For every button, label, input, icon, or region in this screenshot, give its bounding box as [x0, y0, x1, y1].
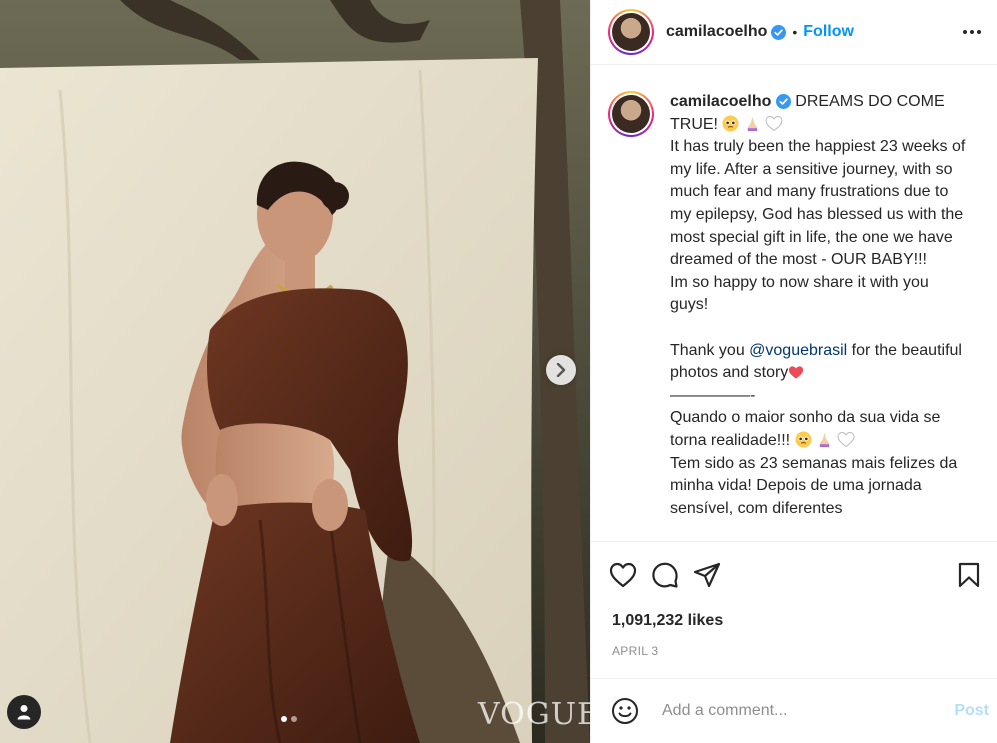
likes-count[interactable]: 1,091,232 likes [612, 612, 723, 630]
verified-badge-icon [775, 94, 791, 109]
user-tags-button[interactable] [7, 695, 41, 729]
post-photo[interactable]: VOGUE [0, 0, 590, 743]
red-heart-icon [789, 366, 804, 379]
header-username[interactable]: camilacoelho [666, 23, 767, 41]
vogue-watermark: VOGUE [478, 697, 590, 732]
pleading-face-icon [722, 115, 739, 132]
caption-paragraph-2: Im so happy to now share it with you guy… [670, 273, 934, 314]
comment-input[interactable] [660, 701, 955, 721]
add-comment-bar: Post [591, 678, 997, 743]
carousel-dot-active [281, 716, 287, 722]
share-icon [693, 562, 721, 588]
comment-button[interactable] [651, 561, 679, 589]
user-tag-icon [17, 705, 31, 720]
pleading-face-icon [795, 431, 812, 448]
comment-icon [652, 562, 678, 588]
more-options-icon[interactable] [963, 30, 981, 34]
heart-icon [609, 562, 637, 588]
post-comment-button[interactable]: Post [954, 702, 989, 720]
next-image-button[interactable] [546, 355, 576, 385]
caption-paragraph-1: It has truly been the happiest 23 weeks … [670, 138, 970, 269]
follow-button[interactable]: Follow [803, 23, 854, 41]
avatar-image [612, 13, 650, 51]
post-header: camilacoelho • Follow [591, 0, 997, 65]
like-button[interactable] [609, 562, 637, 588]
photo-illustration [0, 0, 590, 743]
smiley-icon [612, 698, 638, 724]
praying-hands-icon [819, 432, 830, 447]
carousel-indicator [281, 716, 297, 722]
carousel-dot [291, 716, 297, 722]
share-button[interactable] [693, 562, 721, 588]
separator-dot: • [792, 24, 798, 40]
bookmark-icon [958, 562, 980, 588]
chevron-right-icon [556, 363, 566, 377]
mention-link[interactable]: @voguebrasil [749, 342, 847, 359]
white-heart-icon [765, 115, 783, 131]
caption-area: camilacoelho DREAMS DO COME TRUE! It has… [591, 65, 997, 541]
action-bar [591, 541, 997, 608]
emoji-picker-button[interactable] [611, 697, 639, 725]
caption-thanks: Thank you [670, 341, 750, 359]
caption-avatar-image [612, 95, 650, 133]
caption-divider: —————- [670, 386, 756, 404]
post-side-panel: camilacoelho • Follow camilacoelho DREAM… [590, 0, 997, 743]
post-date[interactable]: APRIL 3 [612, 644, 658, 658]
caption-username[interactable]: camilacoelho [670, 93, 771, 110]
caption-text: camilacoelho DREAMS DO COME TRUE! It has… [670, 91, 970, 541]
caption-pt-2: Tem sido as 23 semanas mais felizes da m… [670, 454, 962, 517]
praying-hands-icon [747, 116, 758, 131]
white-heart-icon [837, 431, 855, 448]
save-button[interactable] [957, 562, 981, 588]
caption-avatar[interactable] [608, 91, 654, 137]
verified-badge-icon [771, 24, 787, 40]
avatar[interactable] [608, 9, 654, 55]
